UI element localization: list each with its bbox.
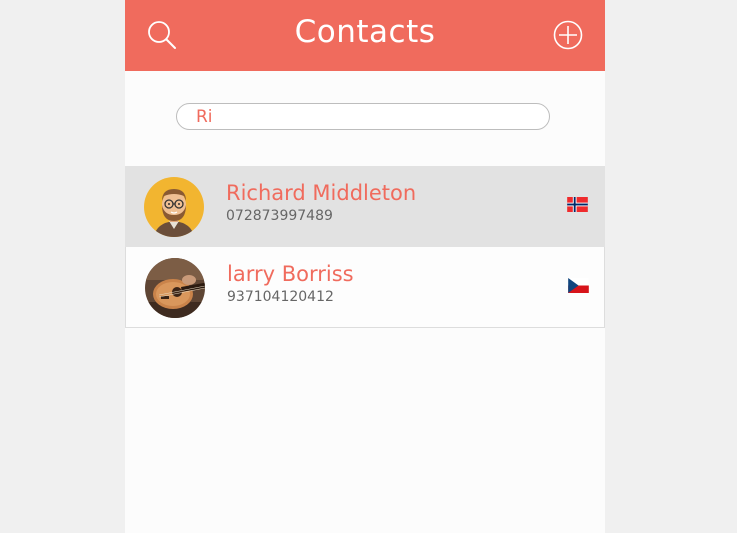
search-input[interactable] <box>176 103 550 130</box>
search-area <box>125 71 605 166</box>
cartoon-man-avatar-icon <box>144 177 204 237</box>
contacts-app: Contacts Ri Richard Middleton 0728739974… <box>125 0 605 533</box>
contact-list: Richard Middleton 072873997489 larry Bor… <box>125 166 605 328</box>
contact-name: Richard Middleton <box>226 181 417 205</box>
avatar <box>144 177 204 237</box>
contact-phone: 937104120412 <box>227 289 334 305</box>
header-bar: Contacts <box>125 0 605 71</box>
plus-circle-icon <box>553 20 583 50</box>
page-title: Contacts <box>294 14 436 50</box>
contact-row[interactable]: Richard Middleton 072873997489 <box>125 166 605 247</box>
contact-phone: 072873997489 <box>226 208 333 224</box>
add-contact-button[interactable] <box>551 18 585 52</box>
norway-flag-icon <box>567 197 588 212</box>
contact-row[interactable]: larry Borriss 937104120412 <box>125 247 605 328</box>
czech-flag-icon <box>568 278 589 293</box>
avatar <box>145 258 205 318</box>
contact-name: larry Borriss <box>227 262 354 286</box>
guitar-photo-avatar-icon <box>145 258 205 318</box>
